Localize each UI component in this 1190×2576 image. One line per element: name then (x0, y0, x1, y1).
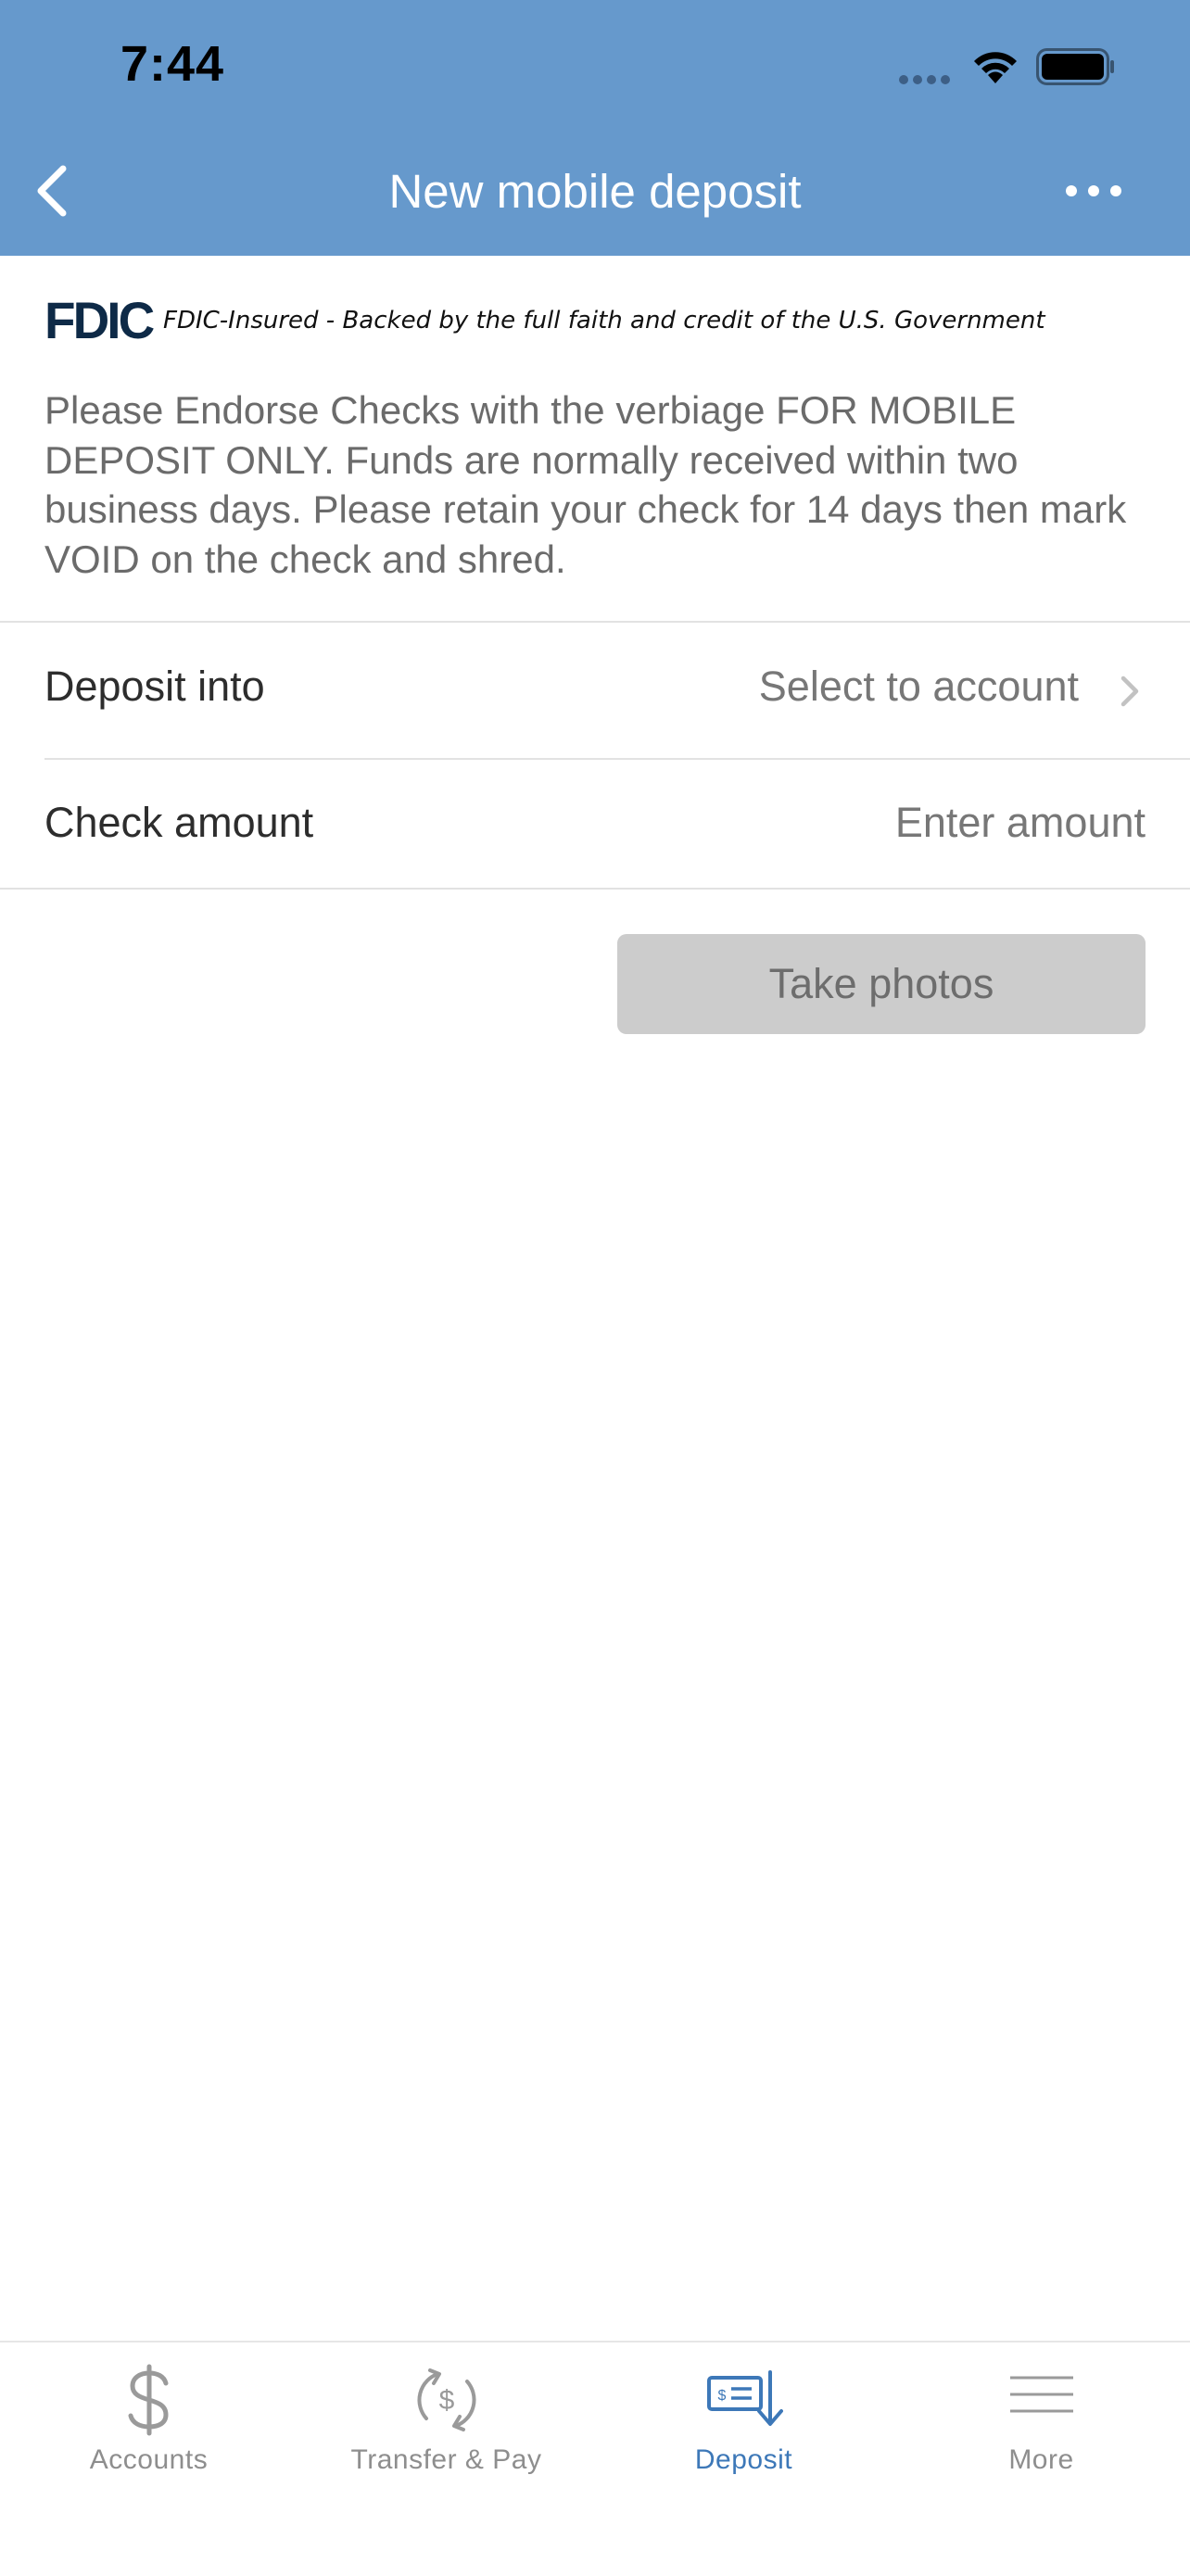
tab-deposit[interactable]: $ Deposit (595, 2342, 892, 2528)
wifi-icon (974, 52, 1017, 83)
page-title: New mobile deposit (388, 165, 802, 218)
check-deposit-icon: $ (706, 2370, 783, 2426)
tab-accounts[interactable]: Accounts (0, 2342, 298, 2528)
battery-icon (1036, 48, 1114, 85)
deposit-into-value: Select to account (758, 663, 1079, 710)
tab-label: Transfer & Pay (350, 2444, 542, 2475)
tab-bar: Accounts $ Transfer & Pay $ Deposit More (0, 2341, 1190, 2576)
fdic-logo: FDIC (44, 291, 155, 349)
chevron-right-icon (1120, 676, 1139, 707)
menu-icon (1009, 2376, 1073, 2413)
more-options-button[interactable] (1064, 172, 1123, 209)
check-amount-row: Check amount Enter amount (0, 760, 1190, 888)
tab-transfer-pay[interactable]: $ Transfer & Pay (298, 2342, 595, 2528)
status-time: 7:44 (120, 36, 225, 92)
take-photos-button[interactable]: Take photos (617, 934, 1146, 1034)
tab-label: Deposit (694, 2444, 793, 2475)
tab-label: Accounts (89, 2444, 209, 2475)
app-header: 7:44 New mobile deposit (0, 0, 1190, 256)
check-amount-label: Check amount (44, 799, 314, 846)
tab-more[interactable]: More (892, 2342, 1190, 2528)
fdic-tagline: FDIC-Insured - Backed by the full faith … (163, 307, 1045, 335)
check-amount-input[interactable]: Enter amount (895, 795, 1146, 851)
tab-label: More (1008, 2444, 1074, 2475)
transfer-dollar-icon: $ (416, 2368, 476, 2431)
cellular-signal-icon (899, 75, 950, 84)
fdic-banner: FDIC FDIC-Insured - Backed by the full f… (44, 295, 1157, 347)
svg-text:$: $ (438, 2385, 454, 2416)
deposit-into-label: Deposit into (44, 663, 265, 710)
endorsement-notice: Please Endorse Checks with the verbiage … (44, 388, 1127, 581)
deposit-into-row[interactable]: Deposit into Select to account (0, 623, 1190, 758)
divider (0, 888, 1190, 890)
svg-text:$: $ (717, 2388, 726, 2404)
dollar-icon (128, 2364, 169, 2436)
